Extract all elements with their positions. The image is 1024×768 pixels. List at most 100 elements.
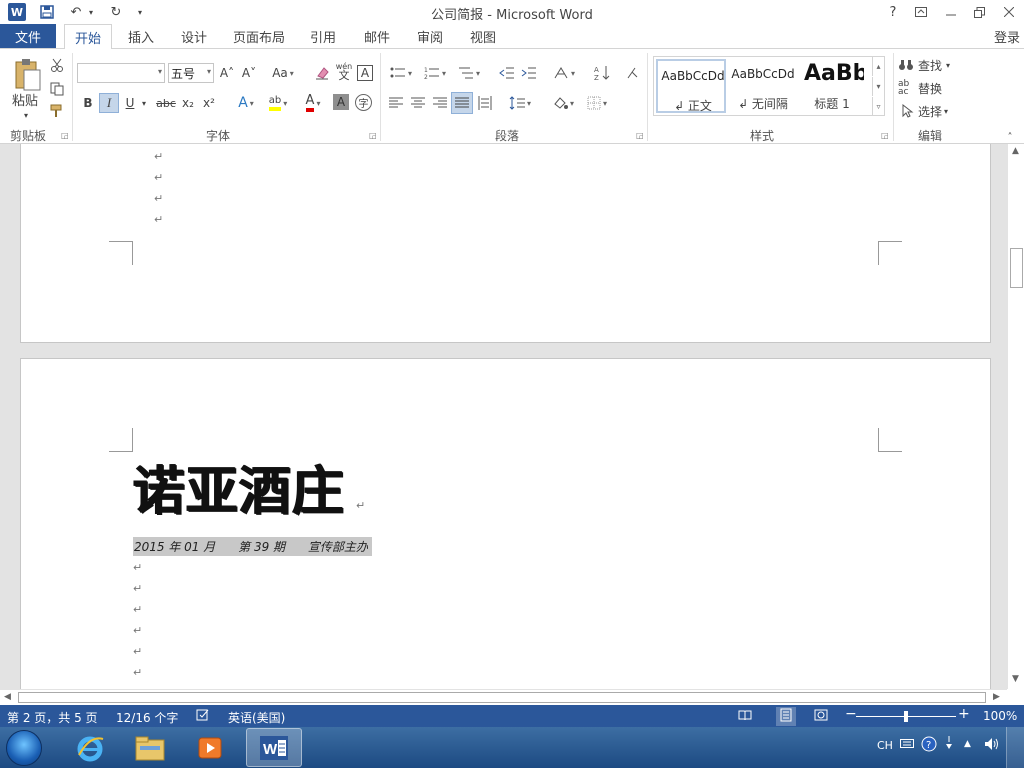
style-no-spacing[interactable]: AaBbCcDd ↲ 无间隔 bbox=[728, 59, 798, 113]
show-formatting-marks-icon[interactable] bbox=[622, 63, 642, 83]
scroll-left-icon[interactable]: ◀ bbox=[4, 692, 11, 702]
help-button[interactable]: ? bbox=[882, 2, 904, 22]
scroll-down-icon[interactable]: ▼ bbox=[1012, 674, 1019, 684]
strikethrough-icon[interactable]: abc bbox=[155, 93, 177, 113]
grow-font-icon[interactable]: A˄ bbox=[218, 63, 236, 83]
page-1[interactable]: ↵ ↵ ↵ ↵ bbox=[20, 144, 991, 343]
chevron-down-icon[interactable]: ▾ bbox=[158, 67, 162, 76]
web-layout-icon[interactable] bbox=[814, 708, 828, 725]
issue-info-line[interactable]: 2015 年 01 月 第 39 期 宣传部主办 bbox=[133, 537, 372, 556]
styles-launcher-icon[interactable]: ◲ bbox=[881, 131, 889, 140]
select-dropdown-icon[interactable]: ▾ bbox=[944, 107, 948, 116]
increase-indent-icon[interactable] bbox=[519, 63, 539, 83]
decrease-indent-icon[interactable] bbox=[497, 63, 517, 83]
paragraph-shading-icon[interactable] bbox=[548, 93, 578, 113]
phonetic-guide-icon[interactable]: wén 文 bbox=[334, 61, 354, 81]
keyboard-icon[interactable] bbox=[900, 737, 914, 752]
align-center-icon[interactable] bbox=[408, 93, 428, 113]
input-language-indicator[interactable]: CH bbox=[877, 739, 893, 752]
styles-scroll-down-icon[interactable]: ▾ bbox=[872, 77, 884, 96]
zoom-slider-thumb[interactable] bbox=[904, 711, 908, 722]
align-left-icon[interactable] bbox=[386, 93, 406, 113]
undo-dropdown-icon[interactable]: ▾ bbox=[86, 3, 96, 21]
tab-file[interactable]: 文件 bbox=[0, 24, 56, 48]
find-dropdown-icon[interactable]: ▾ bbox=[946, 61, 950, 70]
internet-explorer-icon[interactable] bbox=[62, 728, 118, 767]
styles-more-icon[interactable]: ▿ bbox=[872, 97, 884, 116]
font-launcher-icon[interactable]: ◲ bbox=[369, 131, 377, 140]
numbering-icon[interactable]: 12 bbox=[420, 63, 450, 83]
cut-icon[interactable] bbox=[48, 55, 66, 75]
sign-in-link[interactable]: 登录 bbox=[994, 27, 1020, 46]
style-normal[interactable]: AaBbCcDd ↲ 正文 bbox=[656, 59, 726, 113]
language-status[interactable]: 英语(美国) bbox=[228, 709, 285, 726]
distributed-icon[interactable] bbox=[475, 93, 495, 113]
superscript-icon[interactable]: x² bbox=[200, 93, 218, 113]
read-mode-icon[interactable] bbox=[738, 708, 752, 725]
redo-icon[interactable]: ↻ bbox=[106, 3, 126, 21]
bold-icon[interactable]: B bbox=[79, 93, 97, 113]
justify-icon[interactable] bbox=[451, 92, 473, 114]
shrink-font-icon[interactable]: A˅ bbox=[240, 63, 258, 83]
ribbon-display-options-icon[interactable] bbox=[910, 2, 932, 22]
italic-icon[interactable]: I bbox=[99, 93, 119, 113]
text-effects-icon[interactable]: A bbox=[232, 93, 260, 113]
line-spacing-icon[interactable] bbox=[505, 93, 535, 113]
document-area[interactable]: ↵ ↵ ↵ ↵ 诺亚酒庄 ↵ 2015 年 01 月 第 39 期 宣传部主办 … bbox=[0, 144, 1007, 689]
tab-mailings[interactable]: 邮件 bbox=[356, 24, 398, 48]
character-shading-icon[interactable]: A bbox=[333, 94, 349, 110]
customize-qat-icon[interactable]: ▾ bbox=[134, 3, 146, 21]
character-border-icon[interactable]: A bbox=[357, 65, 373, 81]
sort-icon[interactable]: AZ bbox=[592, 63, 612, 83]
style-heading-1[interactable]: AaBb 标题 1 bbox=[800, 59, 864, 113]
vertical-scroll-thumb[interactable] bbox=[1010, 248, 1023, 288]
subscript-icon[interactable]: x₂ bbox=[179, 93, 197, 113]
align-right-icon[interactable] bbox=[430, 93, 450, 113]
find-button[interactable]: 查找 ▾ bbox=[898, 55, 964, 75]
zoom-level[interactable]: 100% bbox=[983, 709, 1017, 723]
paragraph-launcher-icon[interactable]: ◲ bbox=[636, 131, 644, 140]
horizontal-scroll-thumb[interactable] bbox=[18, 692, 986, 703]
zoom-out-button[interactable]: − bbox=[845, 706, 857, 722]
scroll-right-icon[interactable]: ▶ bbox=[993, 692, 1000, 702]
undo-icon[interactable]: ↶ bbox=[66, 3, 86, 21]
multilevel-list-icon[interactable] bbox=[454, 63, 484, 83]
word-taskbar-icon[interactable]: W bbox=[246, 728, 302, 767]
word-app-icon[interactable]: W bbox=[8, 3, 26, 21]
show-hidden-icons[interactable]: ▲ bbox=[964, 739, 971, 749]
change-case-icon[interactable]: Aa bbox=[268, 63, 298, 83]
scroll-up-icon[interactable]: ▲ bbox=[1012, 146, 1019, 156]
newsletter-title[interactable]: 诺亚酒庄 bbox=[133, 462, 345, 522]
paste-dropdown-icon[interactable]: ▾ bbox=[20, 105, 32, 125]
replace-button[interactable]: ab ac 替换 bbox=[898, 78, 964, 98]
show-desktop-button[interactable] bbox=[1006, 727, 1024, 768]
styles-scroll-up-icon[interactable]: ▴ bbox=[872, 57, 884, 76]
minimize-icon[interactable] bbox=[940, 2, 962, 22]
vertical-scrollbar[interactable]: ▲ ▼ bbox=[1007, 144, 1024, 689]
horizontal-scrollbar[interactable]: ◀ ▶ bbox=[0, 689, 1007, 705]
borders-icon[interactable] bbox=[582, 93, 612, 113]
tab-view[interactable]: 视图 bbox=[462, 24, 504, 48]
page-2[interactable] bbox=[20, 358, 991, 689]
close-icon[interactable] bbox=[998, 2, 1020, 22]
tab-design[interactable]: 设计 bbox=[173, 24, 215, 48]
text-highlight-icon[interactable]: ab bbox=[263, 93, 293, 113]
bullets-icon[interactable] bbox=[386, 63, 416, 83]
volume-icon[interactable] bbox=[984, 737, 1000, 754]
clipboard-launcher-icon[interactable]: ◲ bbox=[61, 131, 69, 140]
chevron-down-icon[interactable]: ▾ bbox=[207, 67, 211, 76]
select-button[interactable]: 选择 ▾ bbox=[900, 101, 966, 121]
tab-page-layout[interactable]: 页面布局 bbox=[228, 24, 290, 48]
save-icon[interactable] bbox=[38, 3, 56, 21]
enclose-characters-icon[interactable]: 字 bbox=[355, 94, 372, 111]
zoom-in-button[interactable]: + bbox=[958, 706, 970, 722]
copy-icon[interactable] bbox=[48, 79, 66, 99]
font-size-combo[interactable]: 五号 ▾ bbox=[168, 63, 214, 83]
underline-icon[interactable]: U bbox=[122, 93, 138, 113]
media-player-icon[interactable] bbox=[182, 728, 238, 767]
page-count-status[interactable]: 第 2 页，共 5 页 bbox=[7, 709, 98, 726]
restore-icon[interactable] bbox=[968, 2, 990, 22]
proofing-icon[interactable] bbox=[196, 708, 210, 725]
asian-layout-icon[interactable] bbox=[549, 63, 579, 83]
word-count-status[interactable]: 12/16 个字 bbox=[116, 709, 178, 726]
